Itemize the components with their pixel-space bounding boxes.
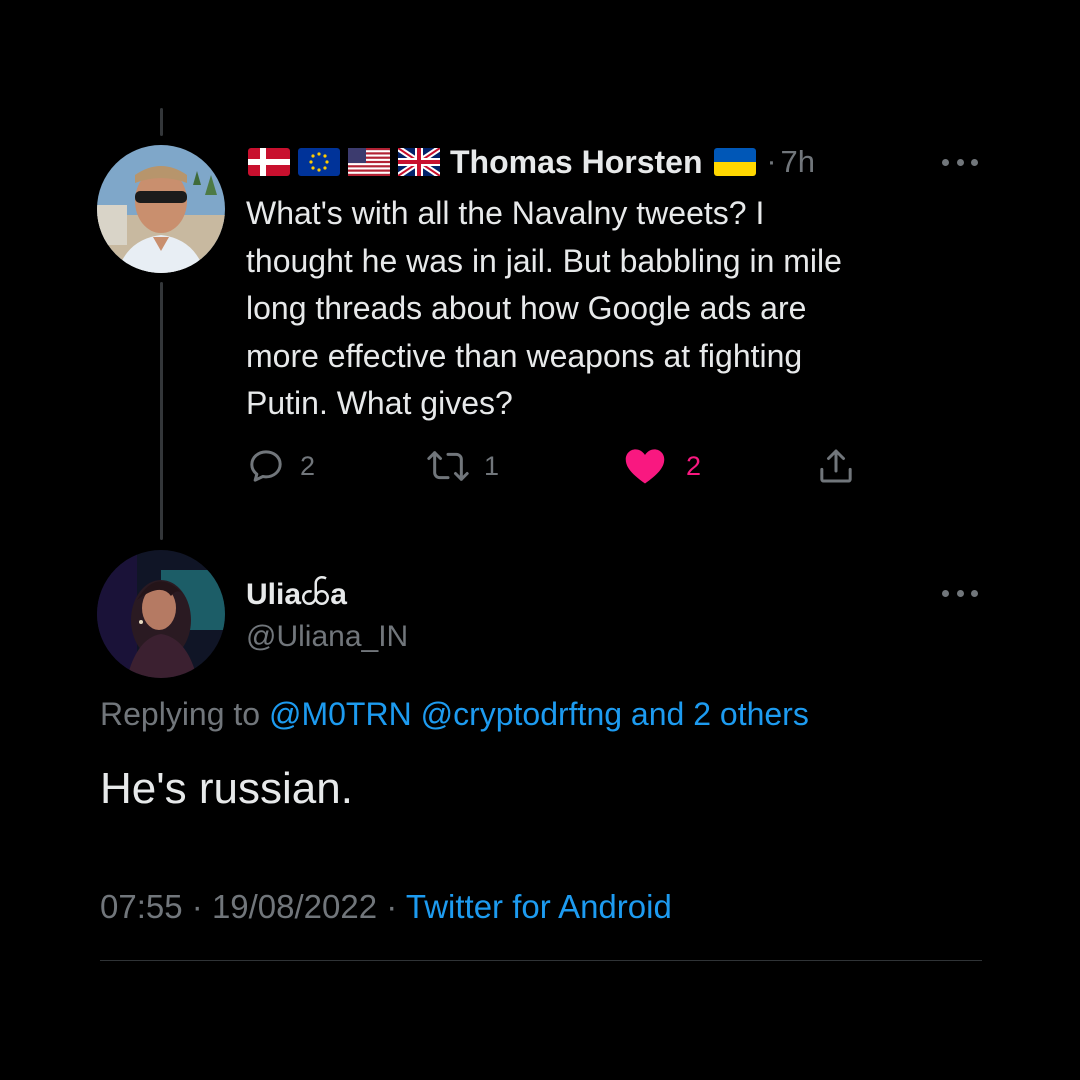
more-dot-icon bbox=[942, 158, 949, 166]
meta-separator: · bbox=[191, 888, 203, 925]
tweet-text: What's with all the Navalny tweets? I th… bbox=[246, 195, 842, 421]
retweet-icon bbox=[427, 451, 469, 481]
thread-connector bbox=[160, 282, 163, 540]
tweet-header: Thomas Horsten · 7h bbox=[248, 140, 815, 184]
heart-icon bbox=[625, 449, 665, 484]
like-count: 2 bbox=[686, 450, 702, 481]
reply-count: 2 bbox=[300, 450, 316, 481]
reply-author-name[interactable]: Uliaꧤa bbox=[246, 574, 347, 619]
avatar[interactable] bbox=[97, 145, 225, 273]
avatar-photo-uliana bbox=[97, 550, 225, 678]
author-name[interactable]: Thomas Horsten bbox=[450, 144, 702, 181]
ukraine-flag-icon bbox=[714, 148, 757, 176]
tweet-source-link[interactable]: Twitter for Android bbox=[406, 888, 672, 925]
tweet-timestamp[interactable]: 07:55 bbox=[100, 888, 183, 925]
thread-connector-top bbox=[160, 108, 163, 136]
tweet-date[interactable]: 19/08/2022 bbox=[212, 888, 377, 925]
more-dot-icon bbox=[971, 589, 978, 597]
replying-to: Replying to @M0TRN @cryptodrftng and 2 o… bbox=[100, 696, 809, 733]
replying-to-label: Replying to bbox=[100, 696, 261, 732]
usa-flag-icon bbox=[348, 148, 390, 176]
retweet-button[interactable]: 1 bbox=[426, 444, 499, 488]
avatar[interactable] bbox=[97, 550, 225, 678]
like-button[interactable]: 2 bbox=[624, 444, 701, 488]
header-separator: · bbox=[766, 145, 777, 178]
more-options-button[interactable] bbox=[942, 587, 978, 599]
more-options-button[interactable] bbox=[942, 156, 978, 168]
reply-tweet-text: He's russian. bbox=[100, 764, 353, 813]
tweet-meta: 07:55 · 19/08/2022 · Twitter for Android bbox=[100, 888, 672, 926]
retweet-count: 1 bbox=[484, 450, 500, 481]
replying-to-links[interactable]: @M0TRN @cryptodrftng and 2 others bbox=[269, 696, 809, 732]
reply-button[interactable]: 2 bbox=[246, 444, 315, 488]
avatar-photo-thomas bbox=[97, 145, 225, 273]
share-icon bbox=[820, 449, 852, 483]
more-dot-icon bbox=[942, 589, 949, 597]
denmark-flag-icon bbox=[248, 148, 290, 176]
more-dot-icon bbox=[971, 158, 978, 166]
reply-icon bbox=[250, 450, 282, 482]
more-dot-icon bbox=[956, 158, 964, 166]
reply-author-handle[interactable]: @Uliana_IN bbox=[246, 620, 408, 654]
more-dot-icon bbox=[956, 589, 964, 597]
uk-flag-icon bbox=[398, 148, 440, 176]
meta-separator: · bbox=[386, 888, 398, 925]
eu-flag-icon bbox=[298, 148, 340, 176]
share-button[interactable] bbox=[816, 444, 856, 488]
divider bbox=[100, 960, 982, 961]
tweet-time[interactable]: 7h bbox=[780, 144, 814, 180]
